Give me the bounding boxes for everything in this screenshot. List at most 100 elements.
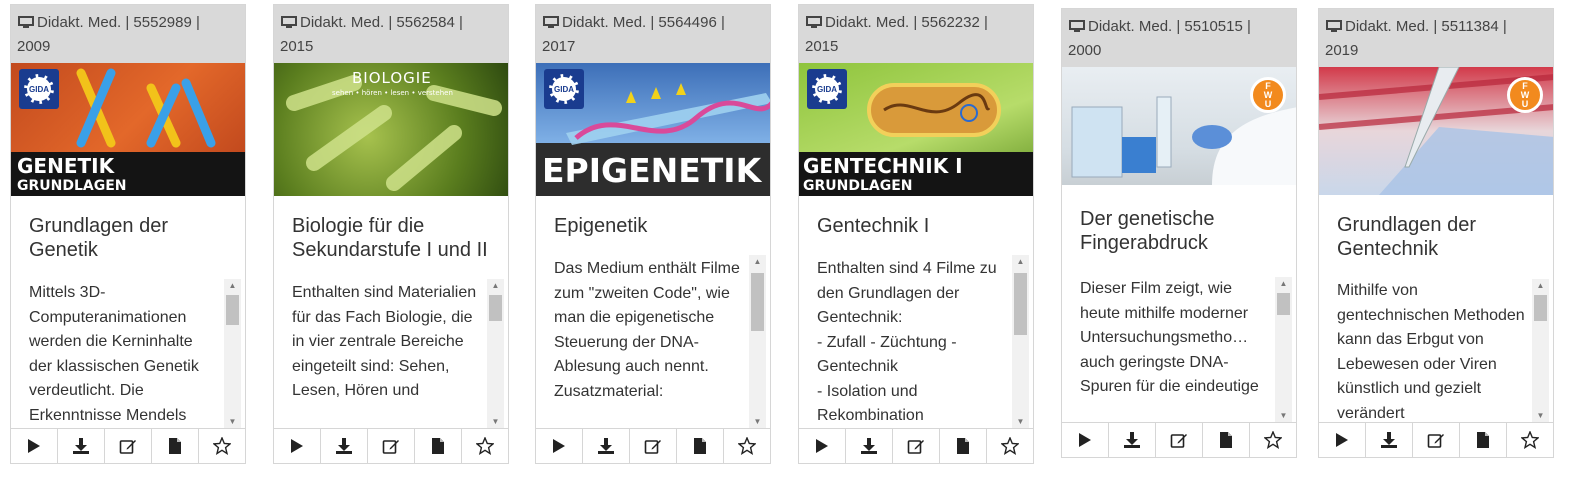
- card-meta-line1: Didakt. Med. | 5564496 |: [562, 14, 725, 31]
- description-scrollbar[interactable]: ▲ ▼: [1012, 255, 1029, 429]
- thumbnail-title: GENTECHNIK I: [803, 154, 963, 178]
- monitor-icon: [1326, 20, 1342, 32]
- card-title[interactable]: Grundlagen der Genetik: [11, 214, 245, 264]
- document-button[interactable]: [677, 429, 724, 463]
- media-card[interactable]: Didakt. Med. | 5510515 | 2000 FWU Der ge…: [1061, 8, 1297, 458]
- play-button[interactable]: [536, 429, 583, 463]
- scroll-up-icon[interactable]: ▲: [749, 255, 766, 269]
- document-button[interactable]: [1203, 423, 1250, 457]
- scroll-down-icon[interactable]: ▼: [224, 415, 241, 429]
- card-title[interactable]: Biologie für die Sekundarstufe I und II: [274, 214, 508, 264]
- star-icon: [1521, 431, 1539, 449]
- play-button[interactable]: [1062, 423, 1109, 457]
- scroll-up-icon[interactable]: ▲: [487, 279, 504, 293]
- edit-button[interactable]: [893, 429, 940, 463]
- play-icon: [28, 439, 40, 453]
- document-button[interactable]: [415, 429, 462, 463]
- media-card[interactable]: Didakt. Med. | 5552989 | 2009 GIDA GENET…: [10, 4, 246, 464]
- card-title[interactable]: Grundlagen der Gentechnik: [1319, 213, 1553, 263]
- card-title[interactable]: Gentechnik I: [799, 214, 1033, 244]
- download-button[interactable]: [583, 429, 630, 463]
- star-icon: [738, 437, 756, 455]
- description-scrollbar[interactable]: ▲ ▼: [1532, 279, 1549, 423]
- card-actions: [536, 428, 770, 463]
- download-button[interactable]: [58, 429, 105, 463]
- edit-button[interactable]: [1156, 423, 1203, 457]
- monitor-icon: [543, 16, 559, 28]
- edit-icon: [119, 440, 136, 454]
- card-thumbnail[interactable]: GIDA GENETIK GRUNDLAGEN: [11, 63, 245, 196]
- card-description: Enthalten sind 4 Filme zu den Grundlagen…: [817, 260, 997, 424]
- play-icon: [553, 439, 565, 453]
- edit-button[interactable]: [1413, 423, 1460, 457]
- download-button[interactable]: [1366, 423, 1413, 457]
- media-card[interactable]: Didakt. Med. | 5562584 | 2015 BIOLOGIE s…: [273, 4, 509, 464]
- favorite-button[interactable]: [1250, 423, 1296, 457]
- play-icon: [291, 439, 303, 453]
- edit-button[interactable]: [368, 429, 415, 463]
- card-thumbnail[interactable]: GIDA GENTECHNIK I GRUNDLAGEN: [799, 63, 1033, 196]
- document-icon: [1220, 432, 1232, 448]
- description-scrollbar[interactable]: ▲ ▼: [224, 279, 241, 429]
- scroll-down-icon[interactable]: ▼: [1275, 409, 1292, 423]
- star-icon: [1264, 431, 1282, 449]
- card-meta-line1: Didakt. Med. | 5511384 |: [1345, 18, 1507, 35]
- monitor-icon: [281, 16, 297, 28]
- document-button[interactable]: [1460, 423, 1507, 457]
- favorite-button[interactable]: [1507, 423, 1553, 457]
- document-button[interactable]: [940, 429, 987, 463]
- play-button[interactable]: [274, 429, 321, 463]
- scroll-down-icon[interactable]: ▼: [1532, 409, 1549, 423]
- document-icon: [169, 438, 181, 454]
- favorite-button[interactable]: [462, 429, 508, 463]
- document-button[interactable]: [152, 429, 199, 463]
- thumbnail-title: GENETIK: [17, 154, 115, 178]
- card-meta-line1: Didakt. Med. | 5510515 |: [1088, 18, 1251, 35]
- description-scrollbar[interactable]: ▲ ▼: [1275, 277, 1292, 423]
- play-button[interactable]: [11, 429, 58, 463]
- edit-icon: [907, 440, 924, 454]
- card-thumbnail[interactable]: FWU: [1319, 67, 1553, 195]
- document-icon: [694, 438, 706, 454]
- edit-icon: [382, 440, 399, 454]
- card-actions: [11, 428, 245, 463]
- thumbnail-subtitle: GRUNDLAGEN: [17, 178, 127, 194]
- play-button[interactable]: [799, 429, 846, 463]
- document-icon: [432, 438, 444, 454]
- scroll-down-icon[interactable]: ▼: [749, 415, 766, 429]
- description-scrollbar[interactable]: ▲ ▼: [487, 279, 504, 429]
- media-card[interactable]: Didakt. Med. | 5564496 | 2017 GIDA EPIGE…: [535, 4, 771, 464]
- card-thumbnail[interactable]: GIDA EPIGENETIK: [536, 63, 770, 196]
- play-button[interactable]: [1319, 423, 1366, 457]
- media-card[interactable]: Didakt. Med. | 5562232 | 2015 GIDA GENTE…: [798, 4, 1034, 464]
- favorite-button[interactable]: [199, 429, 245, 463]
- document-icon: [957, 438, 969, 454]
- scroll-down-icon[interactable]: ▼: [1012, 415, 1029, 429]
- card-title[interactable]: Der genetische Fingerabdruck: [1062, 207, 1296, 257]
- favorite-button[interactable]: [724, 429, 770, 463]
- favorite-button[interactable]: [987, 429, 1033, 463]
- edit-button[interactable]: [630, 429, 677, 463]
- scroll-up-icon[interactable]: ▲: [1532, 279, 1549, 293]
- download-icon: [73, 438, 89, 454]
- gida-logo: GIDA: [19, 69, 59, 109]
- thumbnail-subtitle: GRUNDLAGEN: [803, 178, 913, 194]
- card-description: Enthalten sind Materialien für das Fach …: [292, 284, 477, 399]
- play-icon: [816, 439, 828, 453]
- edit-button[interactable]: [105, 429, 152, 463]
- scroll-up-icon[interactable]: ▲: [224, 279, 241, 293]
- scroll-up-icon[interactable]: ▲: [1012, 255, 1029, 269]
- download-button[interactable]: [846, 429, 893, 463]
- download-icon: [861, 438, 877, 454]
- card-title[interactable]: Epigenetik: [536, 214, 770, 244]
- download-icon: [1381, 432, 1397, 448]
- download-icon: [598, 438, 614, 454]
- download-button[interactable]: [1109, 423, 1156, 457]
- scroll-down-icon[interactable]: ▼: [487, 415, 504, 429]
- card-thumbnail[interactable]: BIOLOGIE sehen • hören • lesen • versteh…: [274, 63, 508, 196]
- description-scrollbar[interactable]: ▲ ▼: [749, 255, 766, 429]
- download-button[interactable]: [321, 429, 368, 463]
- media-card[interactable]: Didakt. Med. | 5511384 | 2019 FWU Grundl…: [1318, 8, 1554, 458]
- scroll-up-icon[interactable]: ▲: [1275, 277, 1292, 291]
- card-thumbnail[interactable]: FWU: [1062, 67, 1296, 185]
